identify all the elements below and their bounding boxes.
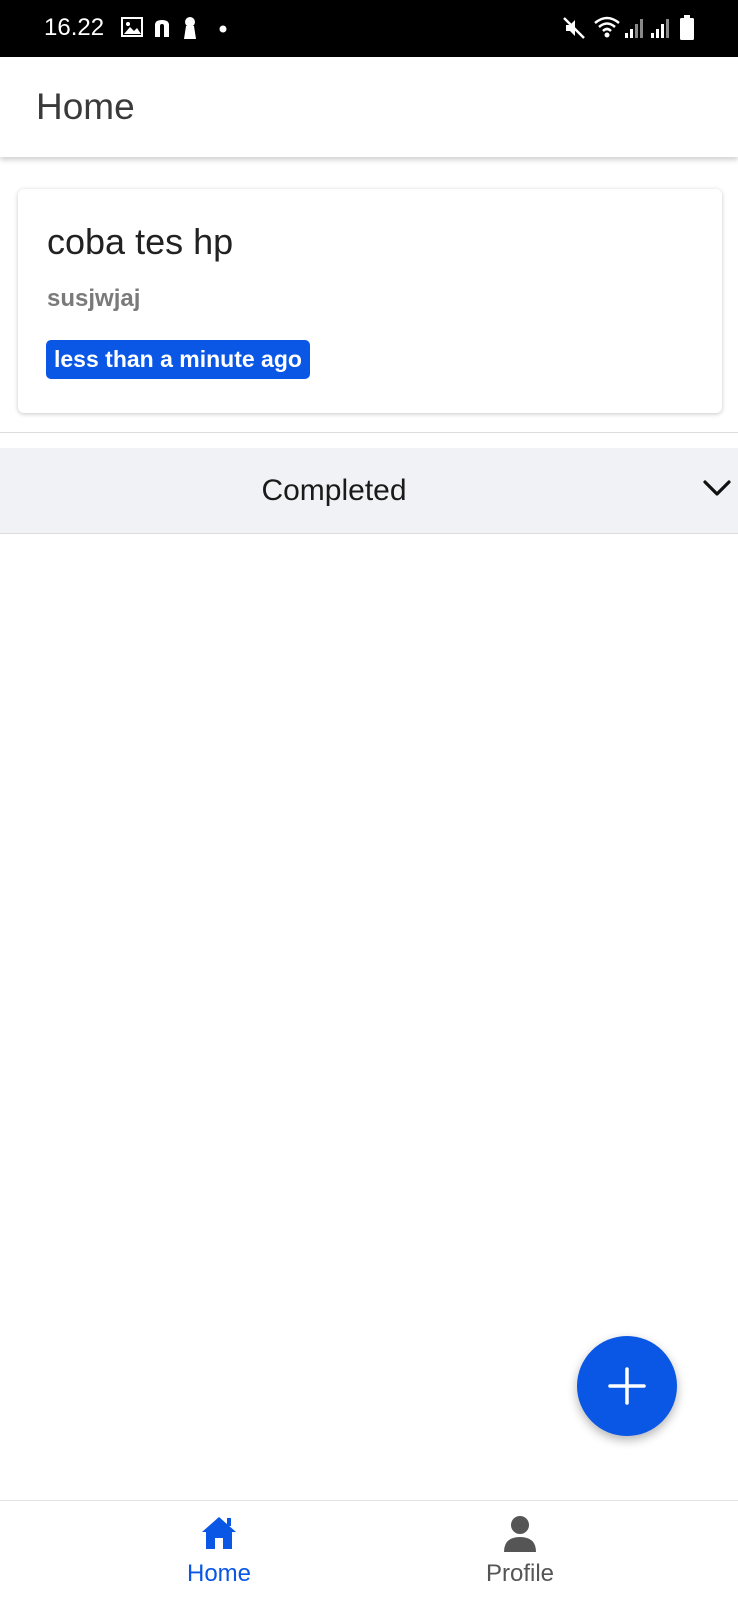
completed-label: Completed — [261, 474, 407, 507]
task-time-badge: less than a minute ago — [46, 340, 310, 379]
nav-item-profile[interactable]: Profile — [420, 1501, 620, 1600]
task-card[interactable]: coba tes hp susjwjaj less than a minute … — [18, 189, 722, 413]
battery-icon — [679, 15, 695, 41]
completed-accordion-header[interactable]: Completed — [0, 448, 738, 534]
task-description: susjwjaj — [47, 285, 141, 312]
chevron-down-icon — [702, 478, 732, 503]
keyhole-icon — [183, 16, 197, 40]
nav-label-home: Home — [186, 1560, 252, 1587]
bottom-nav: Home Profile — [0, 1500, 738, 1600]
n-app-icon — [153, 18, 171, 38]
nav-item-home[interactable]: Home — [119, 1501, 319, 1600]
nav-label-profile: Profile — [485, 1560, 555, 1587]
status-bar: 16.22 — [0, 0, 738, 57]
notification-dot-icon — [219, 25, 227, 33]
status-time: 16.22 — [44, 14, 105, 41]
home-icon — [200, 1515, 238, 1556]
signal-icon — [624, 17, 644, 39]
signal-icon — [650, 17, 670, 39]
page-title: Home — [36, 86, 135, 127]
add-task-button[interactable] — [577, 1336, 677, 1436]
wifi-icon — [593, 15, 621, 39]
plus-icon — [608, 1367, 646, 1405]
mute-icon — [562, 16, 586, 40]
divider — [0, 432, 738, 433]
gallery-icon — [121, 17, 143, 37]
app-bar: Home — [0, 57, 738, 157]
task-title: coba tes hp — [47, 221, 234, 262]
person-icon — [501, 1515, 539, 1558]
